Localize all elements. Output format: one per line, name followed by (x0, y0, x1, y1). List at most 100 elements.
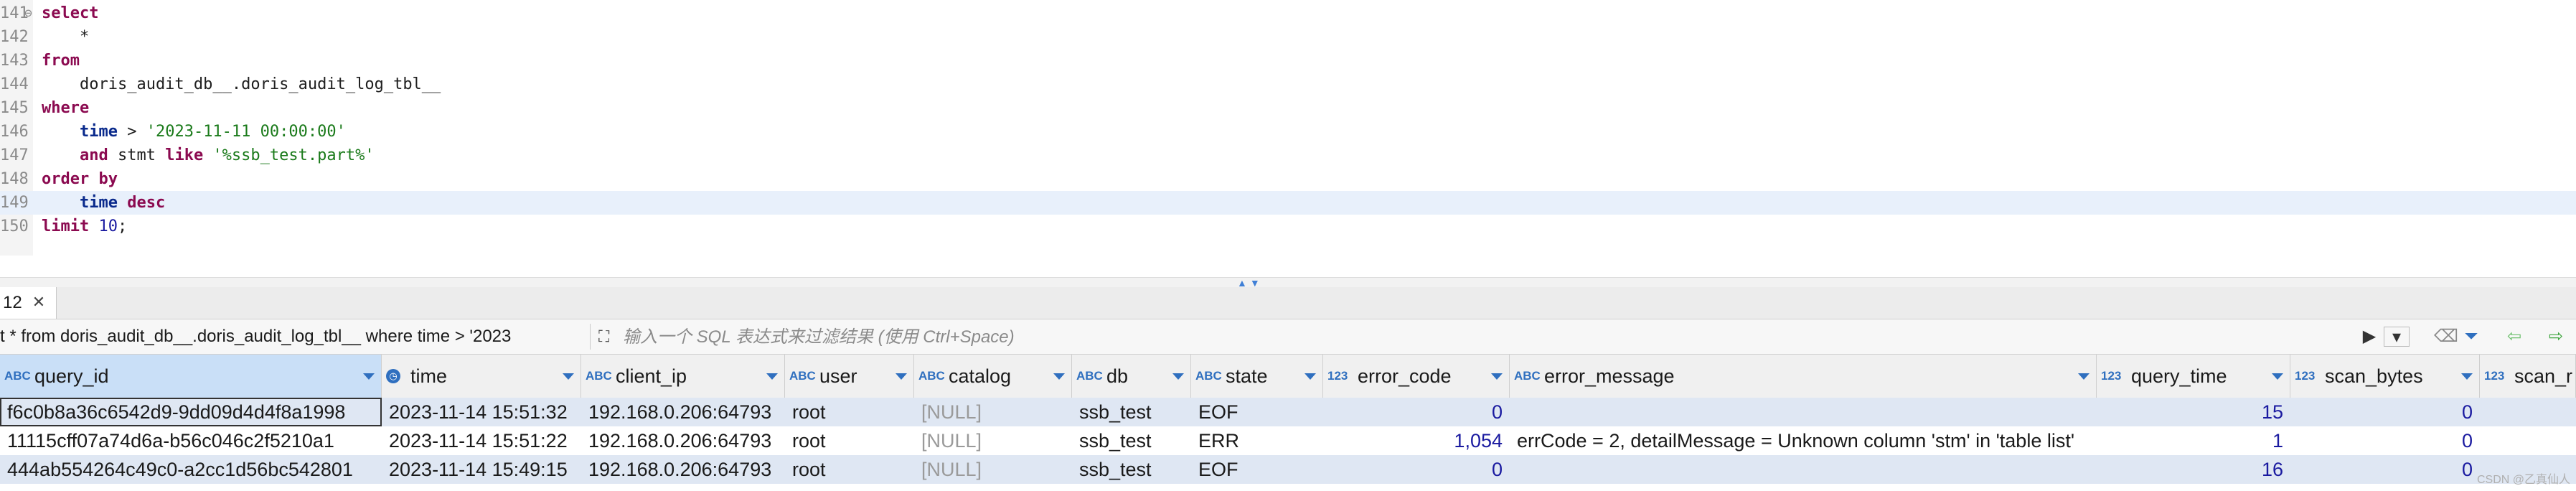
cell-error-message[interactable] (1510, 398, 2097, 426)
cell-client-ip[interactable]: 192.168.0.206:64793 (581, 398, 785, 426)
numeric-type-icon: 123 (1327, 369, 1348, 383)
column-header-error-code[interactable]: 123 error_code (1323, 355, 1510, 398)
column-header-error-message[interactable]: ABC error_message (1510, 355, 2097, 398)
column-header-scan-r[interactable]: 123 scan_r (2480, 355, 2576, 398)
code-text: from (42, 49, 80, 73)
cell-time[interactable]: 2023-11-14 15:51:32 (382, 398, 581, 426)
eraser-icon[interactable]: ⌫ (2434, 327, 2458, 347)
column-menu-icon[interactable] (766, 373, 778, 380)
code-token: order by (42, 170, 118, 188)
column-header-scan-bytes[interactable]: 123 scan_bytes (2290, 355, 2480, 398)
code-line[interactable]: 147 and stmt like '%ssb_test.part%' (0, 144, 2576, 167)
column-title: catalog (949, 365, 1012, 387)
text-type-icon: ABC (1514, 369, 1541, 383)
code-token: '2023-11-11 00:00:00' (146, 123, 346, 141)
cell-error-code[interactable]: 0 (1323, 398, 1510, 426)
cell-scan-bytes[interactable]: 0 (2290, 398, 2480, 426)
column-menu-icon[interactable] (363, 373, 375, 380)
cell-query-time[interactable]: 15 (2097, 398, 2290, 426)
filter-input[interactable] (621, 324, 2375, 351)
column-menu-icon[interactable] (2461, 373, 2473, 380)
column-header-db[interactable]: ABC db (1072, 355, 1191, 398)
column-header-query-time[interactable]: 123 query_time (2097, 355, 2290, 398)
code-text: order by (42, 167, 118, 191)
cell-query-id[interactable]: 444ab554264c49c0-a2cc1d56bc542801 (0, 455, 382, 484)
line-number: 142 (0, 28, 29, 46)
column-menu-icon[interactable] (1172, 373, 1184, 380)
line-number: 145 (0, 99, 29, 117)
cell-scan-bytes[interactable]: 0 (2290, 426, 2480, 455)
code-line[interactable]: 148 order by (0, 167, 2576, 191)
column-title: scan_bytes (2325, 365, 2423, 387)
code-line[interactable]: 149 time desc (0, 191, 2576, 215)
filter-icon[interactable]: ⏷ (2461, 327, 2481, 347)
cell-client-ip[interactable]: 192.168.0.206:64793 (581, 426, 785, 455)
cell-time[interactable]: 2023-11-14 15:49:15 (382, 455, 581, 484)
column-header-query-id[interactable]: ABC query_id (0, 355, 382, 398)
table-row[interactable]: 11115cff07a74d6a-b56c046c2f5210a1 2023-11… (0, 426, 2576, 455)
cell-time[interactable]: 2023-11-14 15:51:22 (382, 426, 581, 455)
column-header-client-ip[interactable]: ABC client_ip (581, 355, 785, 398)
cell-db[interactable]: ssb_test (1072, 426, 1191, 455)
code-line[interactable]: 143 from (0, 49, 2576, 73)
text-type-icon: ABC (4, 369, 31, 383)
cell-db[interactable]: ssb_test (1072, 398, 1191, 426)
cell-state[interactable]: ERR (1191, 426, 1323, 455)
panel-splitter[interactable]: ▲▼ (0, 277, 2576, 288)
code-token: from (42, 52, 80, 70)
cell-error-message[interactable]: errCode = 2, detailMessage = Unknown col… (1510, 426, 2097, 455)
dropdown-icon[interactable]: ▾ (2384, 327, 2410, 347)
column-title: query_id (34, 365, 109, 387)
cell-query-time[interactable]: 1 (2097, 426, 2290, 455)
cell-error-code[interactable]: 0 (1323, 455, 1510, 484)
cell-catalog[interactable]: [NULL] (914, 398, 1072, 426)
column-menu-icon[interactable] (563, 373, 574, 380)
expand-icon[interactable]: ⛶ (598, 328, 616, 345)
column-header-time[interactable]: ◷ time (382, 355, 581, 398)
cell-query-id[interactable]: f6c0b8a36c6542d9-9dd09d4d4f8a1998 (0, 398, 382, 426)
column-menu-icon[interactable] (2078, 373, 2090, 380)
column-header-catalog[interactable]: ABC catalog (914, 355, 1072, 398)
cell-user[interactable]: root (785, 455, 914, 484)
code-line[interactable]: 145 where (0, 96, 2576, 120)
cell-error-message[interactable] (1510, 455, 2097, 484)
table-row[interactable]: 444ab554264c49c0-a2cc1d56bc542801 2023-11… (0, 455, 2576, 484)
cell-user[interactable]: root (785, 398, 914, 426)
table-row[interactable]: f6c0b8a36c6542d9-9dd09d4d4f8a1998 2023-11… (0, 398, 2576, 426)
code-line[interactable]: 142 * (0, 25, 2576, 49)
code-line[interactable]: 144 doris_audit_db__.doris_audit_log_tbl… (0, 73, 2576, 96)
cell-query-time[interactable]: 16 (2097, 455, 2290, 484)
code-line[interactable]: 146 time > '2023-11-11 00:00:00' (0, 120, 2576, 144)
filter-bar: t * from doris_audit_db__.doris_audit_lo… (0, 319, 2576, 355)
cell-state[interactable]: EOF (1191, 398, 1323, 426)
column-menu-icon[interactable] (1053, 373, 1065, 380)
splitter-arrows-icon[interactable]: ▲▼ (1237, 278, 1263, 288)
column-menu-icon[interactable] (1305, 373, 1316, 380)
code-line[interactable]: 141 ⊖ select (0, 1, 2576, 25)
column-header-state[interactable]: ABC state (1191, 355, 1323, 398)
cell-catalog[interactable]: [NULL] (914, 455, 1072, 484)
cell-query-id[interactable]: 11115cff07a74d6a-b56c046c2f5210a1 (0, 426, 382, 455)
column-menu-icon[interactable] (896, 373, 907, 380)
column-menu-icon[interactable] (1491, 373, 1503, 380)
results-tab[interactable]: 12 ✕ (0, 287, 57, 319)
datetime-type-icon: ◷ (386, 369, 400, 383)
cell-scan-r[interactable] (2480, 426, 2576, 455)
sql-editor[interactable]: 141 ⊖ select 142 * 143 from 144 doris_audit_db… (0, 0, 2576, 277)
code-line[interactable]: 150 limit 10; (0, 215, 2576, 238)
column-menu-icon[interactable] (2272, 373, 2283, 380)
cell-error-code[interactable]: 1,054 (1323, 426, 1510, 455)
cell-user[interactable]: root (785, 426, 914, 455)
forward-arrow-icon[interactable]: ⇨ (2544, 327, 2567, 347)
fold-toggle-icon[interactable]: ⊖ (24, 1, 32, 25)
cell-catalog[interactable]: [NULL] (914, 426, 1072, 455)
play-icon[interactable]: ▶ (2361, 327, 2378, 347)
close-icon[interactable]: ✕ (30, 294, 47, 311)
cell-client-ip[interactable]: 192.168.0.206:64793 (581, 455, 785, 484)
column-header-user[interactable]: ABC user (785, 355, 914, 398)
cell-state[interactable]: EOF (1191, 455, 1323, 484)
cell-scan-bytes[interactable]: 0 (2290, 455, 2480, 484)
cell-db[interactable]: ssb_test (1072, 455, 1191, 484)
cell-scan-r[interactable] (2480, 398, 2576, 426)
back-arrow-icon[interactable]: ⇦ (2503, 327, 2526, 347)
